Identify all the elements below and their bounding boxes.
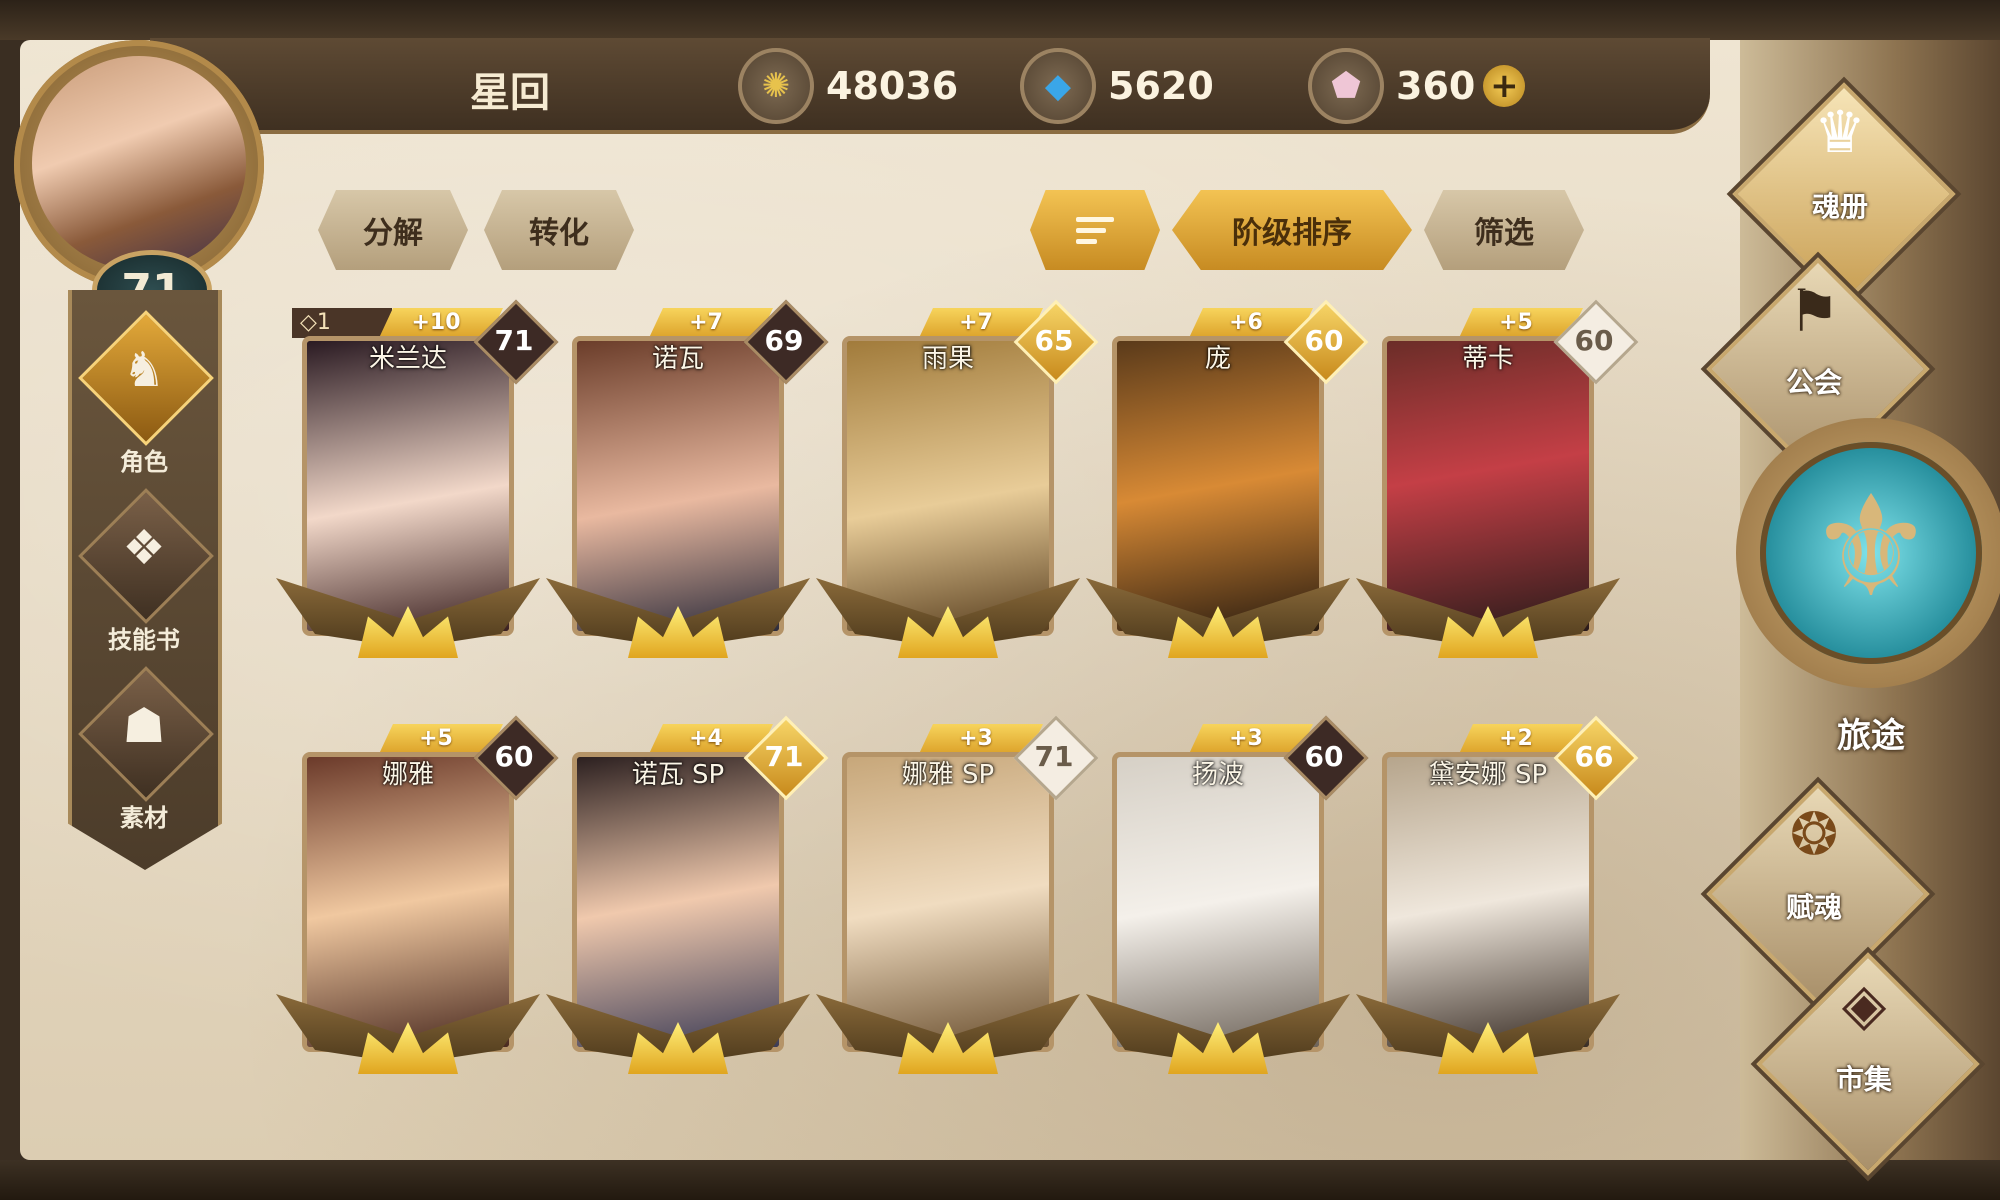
player-name: 星回 (470, 70, 550, 116)
gem-resource: ◆ 5620 (1020, 48, 1214, 124)
rank-sort-button[interactable]: 阶级排序 (1172, 190, 1412, 270)
player-avatar[interactable]: 71 (4, 40, 284, 330)
hero-level: 60 (1304, 324, 1344, 357)
rank-emblem (546, 578, 810, 668)
hero-card[interactable]: +2 黛安娜 SP 66 (1356, 715, 1639, 1084)
favorite-tag: ◇1 (292, 308, 392, 338)
star-bonus: +6 (1229, 310, 1263, 335)
star-bonus: +10 (411, 310, 461, 335)
star-bonus: +3 (1229, 726, 1263, 751)
rank-emblem (1086, 578, 1350, 668)
journey-icon: ⚜ (1808, 466, 1934, 629)
crystal-resource: ⬟ 360 + (1308, 48, 1526, 124)
rank-emblem (1356, 994, 1620, 1084)
journey-button[interactable]: ⚜ 旅途 (1736, 418, 2000, 756)
gold-coin-icon: ✺ (738, 48, 814, 124)
gem-amount: 5620 (1108, 64, 1214, 108)
hero-card[interactable]: +3 扬波 60 (1086, 715, 1369, 1084)
top-frame (0, 0, 2000, 40)
rank-emblem (546, 994, 810, 1084)
convert-button[interactable]: 转化 (484, 190, 634, 270)
add-crystal-button[interactable]: + (1483, 65, 1526, 107)
decompose-button[interactable]: 分解 (318, 190, 468, 270)
rank-emblem (276, 994, 540, 1084)
hero-level: 65 (1034, 324, 1074, 357)
filter-button[interactable]: 筛选 (1424, 190, 1584, 270)
hero-card[interactable]: +4 诺瓦 SP 71 (546, 715, 829, 1084)
market-icon: ◈ (1841, 970, 1887, 1038)
bottom-frame (0, 1160, 2000, 1200)
hero-card[interactable]: ◇1 +10 米兰达 71 (276, 299, 559, 668)
skill-book-icon: ❖ (122, 520, 166, 576)
character-icon: ♞ (122, 342, 166, 398)
star-bonus: +5 (1499, 310, 1533, 335)
hero-level: 71 (764, 740, 804, 773)
material-icon: ☗ (122, 698, 166, 754)
nav-item-character[interactable]: ♞ 角色 (64, 310, 224, 490)
hero-card[interactable]: +7 雨果 65 (816, 299, 1099, 668)
rank-emblem (1356, 578, 1620, 668)
rank-emblem (816, 578, 1080, 668)
rank-emblem (276, 578, 540, 668)
hero-level: 71 (494, 324, 534, 357)
guild-icon: ⚑ (1788, 277, 1840, 345)
nav-label-material: 素材 (120, 804, 168, 832)
nav-label-soul-book: 魂册 (1811, 190, 1868, 223)
star-bonus: +4 (689, 726, 723, 751)
rank-emblem (1086, 994, 1350, 1084)
gold-resource: ✺ 48036 (738, 48, 958, 124)
nav-label-skill-book: 技能书 (108, 626, 180, 654)
nav-label-soul-infuse: 赋魂 (1785, 891, 1842, 924)
star-bonus: +3 (959, 726, 993, 751)
star-bonus: +2 (1499, 726, 1533, 751)
avatar-portrait (32, 56, 246, 270)
rank-emblem (816, 994, 1080, 1084)
soul-infuse-icon: ❂ (1789, 800, 1839, 868)
blue-gem-icon: ◆ (1020, 48, 1096, 124)
nav-label-journey: 旅途 (1837, 716, 1905, 756)
star-bonus: +7 (959, 310, 993, 335)
nav-soul-book[interactable]: ♛ 魂册 (1732, 82, 1956, 306)
nav-label-market: 市集 (1835, 1063, 1892, 1096)
soul-book-icon: ♛ (1814, 98, 1866, 166)
star-bonus: +7 (689, 310, 723, 335)
hero-level: 69 (764, 324, 804, 357)
pink-crystal-icon: ⬟ (1308, 48, 1384, 124)
hero-level: 66 (1574, 740, 1614, 773)
hero-level: 60 (1304, 740, 1344, 773)
nav-label-character: 角色 (120, 448, 168, 476)
sort-order-button[interactable] (1030, 190, 1160, 270)
crystal-amount: 360 (1396, 64, 1476, 108)
hero-level: 71 (1034, 740, 1074, 773)
hero-card[interactable]: +7 诺瓦 69 (546, 299, 829, 668)
hero-level: 60 (494, 740, 534, 773)
hero-card[interactable]: +5 蒂卡 60 (1356, 299, 1639, 668)
gold-amount: 48036 (826, 64, 959, 108)
nav-item-skill-book[interactable]: ❖ 技能书 (64, 488, 224, 668)
nav-market[interactable]: ◈ 市集 (1756, 952, 1980, 1176)
hero-card[interactable]: +3 娜雅 SP 71 (816, 715, 1099, 1084)
hero-card[interactable]: +6 庞 60 (1086, 299, 1369, 668)
nav-item-material[interactable]: ☗ 素材 (64, 666, 224, 846)
hero-level: 60 (1574, 324, 1614, 357)
nav-label-guild: 公会 (1785, 366, 1842, 399)
star-bonus: +5 (419, 726, 453, 751)
sort-lines-icon (1076, 211, 1114, 250)
hero-card[interactable]: +5 娜雅 60 (276, 715, 559, 1084)
